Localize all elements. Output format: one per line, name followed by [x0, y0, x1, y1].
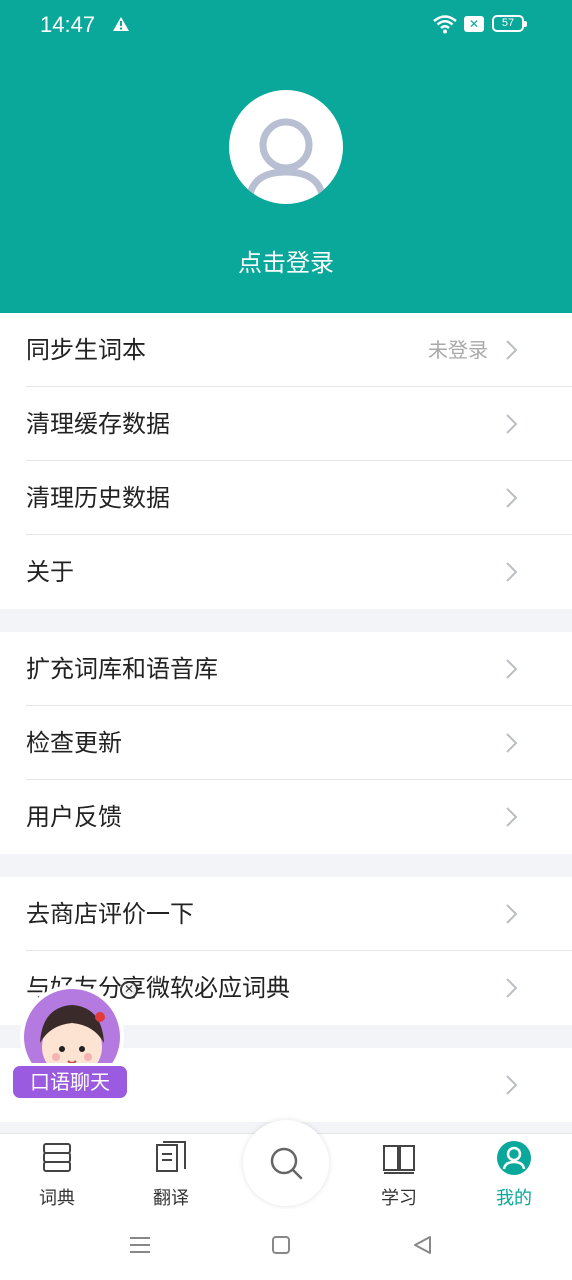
item-label: 检查更新: [26, 729, 122, 757]
item-label: 去商店评价一下: [26, 900, 194, 928]
avatar[interactable]: [229, 90, 343, 204]
feedback-item[interactable]: 用户反馈: [0, 780, 572, 854]
home-icon[interactable]: [271, 1235, 291, 1255]
item-label: 清理缓存数据: [26, 410, 170, 438]
chevron-right-icon: [506, 733, 518, 753]
menu-icon[interactable]: [129, 1235, 151, 1255]
tab-label: 我的: [496, 1188, 532, 1209]
translate-icon: [156, 1141, 186, 1172]
tab-label: 词典: [39, 1188, 75, 1209]
profile-icon: [497, 1141, 531, 1175]
about-item[interactable]: 关于: [0, 535, 572, 609]
tab-mine[interactable]: 我的: [474, 1134, 554, 1210]
item-label: 关于: [26, 558, 74, 586]
chevron-right-icon: [506, 1075, 518, 1095]
speaking-chat-badge[interactable]: 口语聊天 ✕: [10, 981, 138, 1105]
tab-dictionary[interactable]: 词典: [17, 1134, 97, 1210]
sim-off-icon: ✕: [464, 16, 484, 32]
speaking-chat-label: 口语聊天: [10, 1063, 130, 1101]
expand-library-item[interactable]: 扩充词库和语音库: [0, 632, 572, 706]
close-icon[interactable]: ✕: [120, 981, 138, 999]
settings-group-1: 同步生词本 未登录 清理缓存数据 清理历史数据 关于: [0, 313, 572, 609]
tab-label: 翻译: [153, 1188, 189, 1209]
dictionary-icon: [43, 1143, 71, 1172]
chevron-right-icon: [506, 340, 518, 360]
book-icon: [383, 1145, 415, 1174]
back-icon[interactable]: [411, 1234, 433, 1256]
search-button[interactable]: [243, 1120, 329, 1206]
chevron-right-icon: [506, 904, 518, 924]
item-status: 未登录: [428, 338, 488, 362]
battery-icon: 57: [492, 15, 527, 32]
profile-header: 14:47 ✕ 57 点击登录: [0, 0, 572, 313]
clear-cache-item[interactable]: 清理缓存数据: [0, 387, 572, 461]
item-label: 用户反馈: [26, 803, 122, 831]
tab-study[interactable]: 学习: [359, 1134, 439, 1210]
check-update-item[interactable]: 检查更新: [0, 706, 572, 780]
login-link[interactable]: 点击登录: [0, 243, 572, 278]
rate-app-item[interactable]: 去商店评价一下: [0, 877, 572, 951]
search-icon: [270, 1147, 303, 1180]
user-avatar-icon: [245, 118, 327, 204]
chevron-right-icon: [506, 978, 518, 998]
chevron-right-icon: [506, 562, 518, 582]
chevron-right-icon: [506, 807, 518, 827]
settings-group-2: 扩充词库和语音库 检查更新 用户反馈: [0, 632, 572, 854]
item-label: 扩充词库和语音库: [26, 655, 218, 683]
chevron-right-icon: [506, 659, 518, 679]
sync-wordbook-item[interactable]: 同步生词本 未登录: [0, 313, 572, 387]
tab-label: 学习: [381, 1188, 417, 1209]
tab-translate[interactable]: 翻译: [131, 1134, 211, 1210]
item-label: 清理历史数据: [26, 484, 170, 512]
chevron-right-icon: [506, 488, 518, 508]
item-label: 同步生词本: [26, 336, 146, 364]
wifi-icon: [433, 15, 457, 34]
status-time: 14:47: [40, 12, 96, 37]
status-bar: 14:47 ✕ 57: [0, 0, 572, 50]
chevron-right-icon: [506, 414, 518, 434]
warning-icon: [113, 17, 129, 31]
system-navigation-bar: [0, 1209, 572, 1280]
clear-history-item[interactable]: 清理历史数据: [0, 461, 572, 535]
